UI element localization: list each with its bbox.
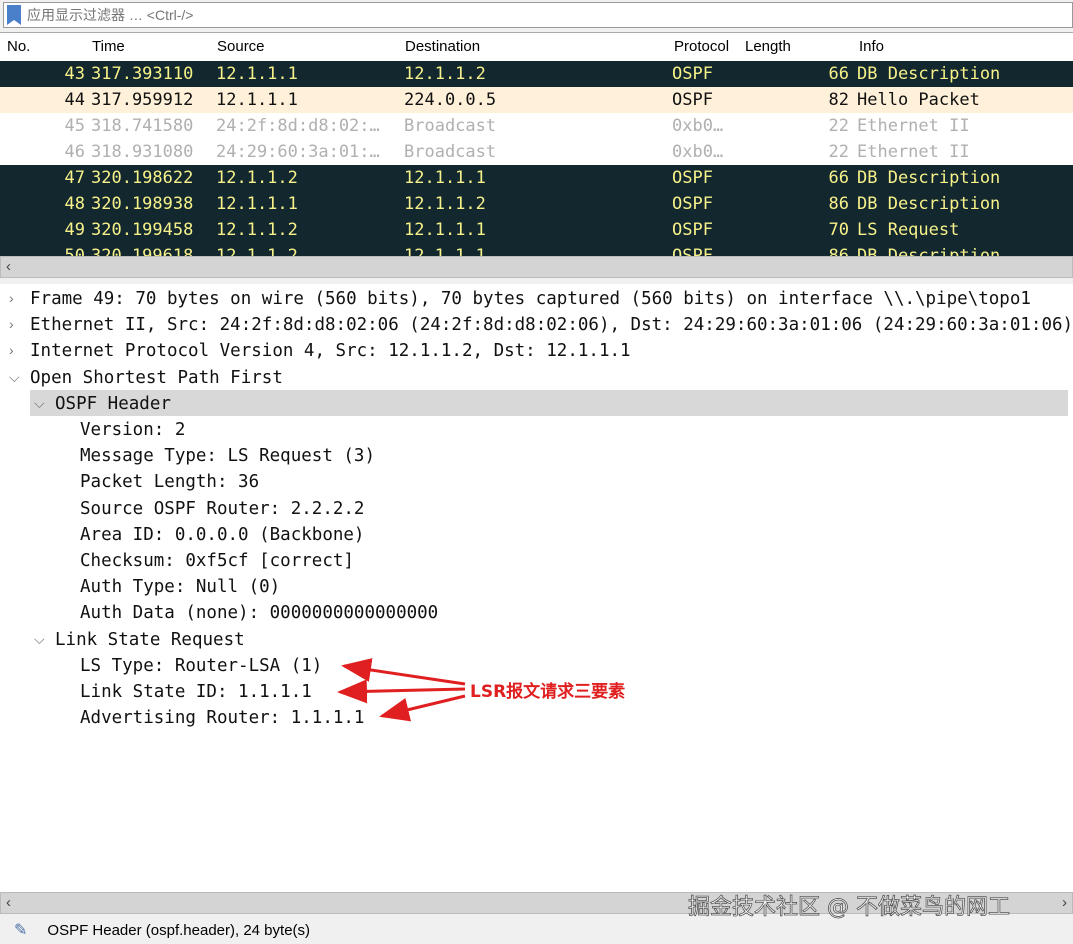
bookmark-icon[interactable] <box>7 5 21 25</box>
packet-src: 12.1.1.1 <box>216 194 298 214</box>
packet-proto: OSPF <box>672 168 713 188</box>
packet-proto: OSPF <box>672 64 713 84</box>
packet-info: DB Description <box>857 64 1001 84</box>
packet-time: 318.931080 <box>91 142 194 162</box>
packet-dst: 12.1.1.1 <box>404 168 486 188</box>
packet-dst: Broadcast <box>404 142 497 162</box>
packet-dst: 12.1.1.2 <box>404 194 486 214</box>
display-filter-bar[interactable] <box>3 2 1073 28</box>
packet-row[interactable]: 49 320.199458 12.1.1.2 12.1.1.1 OSPF 70 LS Req… <box>0 217 1073 243</box>
packet-len: 22 <box>828 142 849 162</box>
packet-list: No. Time Source Destination Protocol Len… <box>0 32 1073 258</box>
packet-len: 70 <box>828 220 849 240</box>
packet-proto: 0xb0… <box>672 116 724 136</box>
packet-len: 66 <box>828 64 849 84</box>
packet-dst: 12.1.1.2 <box>404 64 486 84</box>
status-bar: ✎ OSPF Header (ospf.header), 24 byte(s) <box>0 916 1073 944</box>
packet-row[interactable]: 46 318.931080 24:29:60:3a:01:… Broadcast 0xb… <box>0 139 1073 165</box>
packet-list-header: No. Time Source Destination Protocol Len… <box>0 33 1073 61</box>
packet-no: 46 <box>64 142 85 162</box>
packet-row[interactable]: 44 317.959912 12.1.1.1 224.0.0.5 OSPF 82 Hello… <box>0 87 1073 113</box>
packet-proto: 0xb0… <box>672 142 724 162</box>
status-text: OSPF Header (ospf.header), 24 byte(s) <box>47 921 311 939</box>
column-no[interactable]: No. <box>7 38 30 55</box>
scroll-left-icon[interactable]: ‹ <box>6 894 11 911</box>
column-protocol[interactable]: Protocol <box>674 38 729 55</box>
edit-comment-icon[interactable]: ✎ <box>14 920 27 940</box>
packet-row[interactable]: 45 318.741580 24:2f:8d:d8:02:… Broadcast 0xb… <box>0 113 1073 139</box>
packet-dst: 224.0.0.5 <box>404 90 497 110</box>
packet-no: 49 <box>64 220 85 240</box>
packet-dst: 12.1.1.1 <box>404 220 486 240</box>
scroll-right-icon[interactable]: › <box>1062 894 1067 911</box>
packet-row[interactable]: 48 320.198938 12.1.1.1 12.1.1.2 OSPF 86 DB Des… <box>0 191 1073 217</box>
packet-src: 12.1.1.1 <box>216 90 298 110</box>
packet-proto: OSPF <box>672 90 713 110</box>
packet-proto: OSPF <box>672 194 713 214</box>
packet-dst: Broadcast <box>404 116 497 136</box>
scroll-left-icon[interactable]: ‹ <box>6 258 11 275</box>
packet-time: 317.959912 <box>91 90 194 110</box>
packet-len: 66 <box>828 168 849 188</box>
packet-time: 317.393110 <box>91 64 194 84</box>
packet-info: Ethernet II <box>857 142 970 162</box>
packet-info: DB Description <box>857 194 1001 214</box>
packet-time: 320.199458 <box>91 220 194 240</box>
packet-no: 44 <box>64 90 85 110</box>
packet-src: 24:29:60:3a:01:… <box>216 142 380 162</box>
packet-no: 45 <box>64 116 85 136</box>
annotation-arrows <box>337 658 466 722</box>
packet-time: 320.198938 <box>91 194 194 214</box>
display-filter-input[interactable] <box>27 7 1072 23</box>
packet-proto: OSPF <box>672 220 713 240</box>
column-destination[interactable]: Destination <box>405 38 480 55</box>
packet-info: Ethernet II <box>857 116 970 136</box>
packet-info: Hello Packet <box>857 90 980 110</box>
packet-src: 12.1.1.2 <box>216 220 298 240</box>
packet-no: 43 <box>64 64 85 84</box>
column-info[interactable]: Info <box>859 38 884 55</box>
packet-len: 22 <box>828 116 849 136</box>
packet-list-hscrollbar[interactable]: ‹ <box>0 256 1073 278</box>
packet-src: 24:2f:8d:d8:02:… <box>216 116 380 136</box>
column-length[interactable]: Length <box>745 38 791 55</box>
packet-info: DB Description <box>857 168 1001 188</box>
packet-time: 320.198622 <box>91 168 194 188</box>
column-source[interactable]: Source <box>217 38 265 55</box>
annotation-label: LSR报文请求三要素 <box>470 682 626 702</box>
packet-time: 318.741580 <box>91 116 194 136</box>
packet-len: 82 <box>828 90 849 110</box>
packet-no: 48 <box>64 194 85 214</box>
packet-info: LS Request <box>857 220 960 240</box>
packet-row[interactable]: 43 317.393110 12.1.1.1 12.1.1.2 OSPF 66 DB Des… <box>0 61 1073 87</box>
packet-no: 47 <box>64 168 85 188</box>
packet-details-tree: › Frame 49: 70 bytes on wire (560 bits), … <box>0 284 1073 892</box>
packet-src: 12.1.1.2 <box>216 168 298 188</box>
packet-row[interactable]: 47 320.198622 12.1.1.2 12.1.1.1 OSPF 66 DB Des… <box>0 165 1073 191</box>
packet-len: 86 <box>828 194 849 214</box>
column-time[interactable]: Time <box>92 38 125 55</box>
packet-src: 12.1.1.1 <box>216 64 298 84</box>
